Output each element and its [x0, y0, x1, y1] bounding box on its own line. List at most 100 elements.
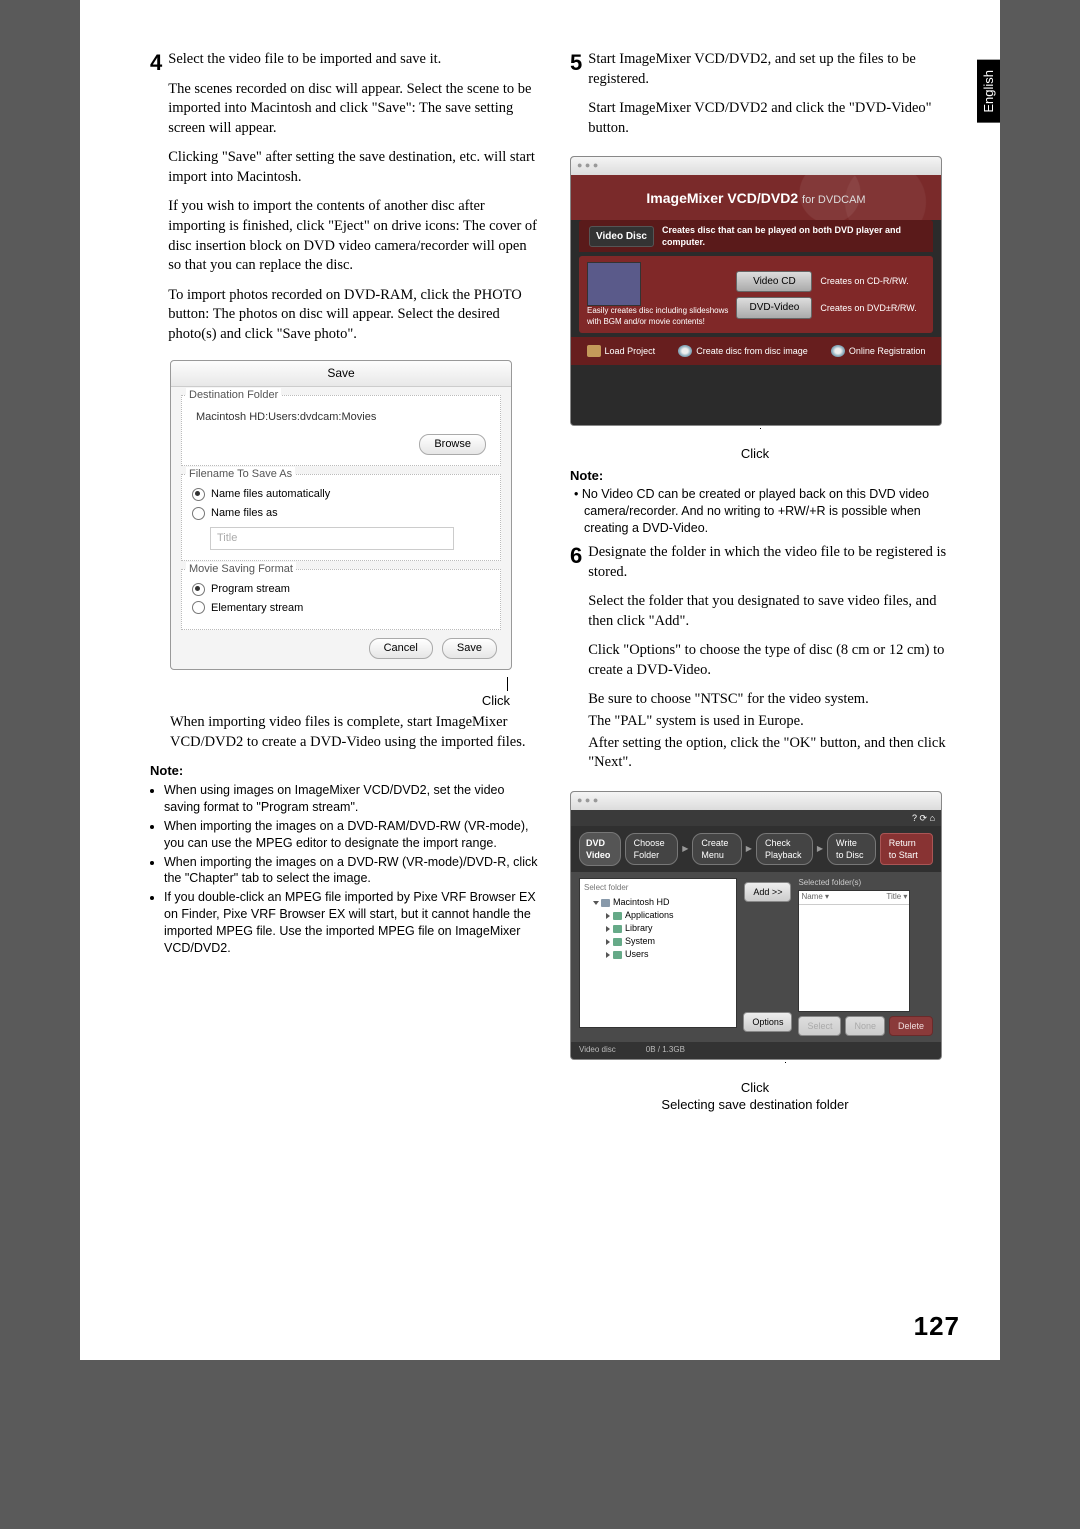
step-lead: Designate the folder in which the video … — [588, 543, 960, 582]
selected-folders-list[interactable]: Name ▾Title ▾ — [798, 890, 910, 1012]
step-write-disc[interactable]: Write to Disc — [827, 833, 876, 865]
radio-icon — [192, 583, 205, 596]
tree-node[interactable]: Applications — [625, 910, 674, 920]
radio-name-as[interactable]: Name files as — [192, 506, 490, 521]
body-text: To import photos recorded on DVD-RAM, cl… — [168, 286, 540, 345]
online-registration-link[interactable]: Online Registration — [831, 345, 926, 357]
video-cd-button[interactable]: Video CD — [736, 271, 812, 293]
folder-icon — [613, 925, 622, 933]
none-button[interactable]: None — [845, 1016, 885, 1036]
create-from-image-link[interactable]: Create disc from disc image — [678, 345, 808, 357]
note-item: When using images on ImageMixer VCD/DVD2… — [164, 782, 540, 816]
step-5: 5 Start ImageMixer VCD/DVD2, and set up … — [570, 50, 960, 148]
step-lead: Select the video file to be imported and… — [168, 50, 540, 70]
selected-header: Selected folder(s) — [798, 878, 933, 889]
click-caption: Click — [570, 1079, 940, 1097]
step-lead: Start ImageMixer VCD/DVD2, and set up th… — [588, 50, 960, 89]
mac-titlebar: ● ● ● — [571, 792, 941, 810]
dvd-video-logo: DVD Video — [579, 832, 621, 866]
load-project-link[interactable]: Load Project — [587, 345, 656, 357]
radio-icon — [192, 601, 205, 614]
tree-node[interactable]: Macintosh HD — [613, 897, 670, 907]
imx-blank-area — [571, 365, 941, 425]
browse-button[interactable]: Browse — [419, 434, 486, 455]
note-heading: Note: — [150, 762, 540, 780]
click-caption: Click — [482, 693, 510, 708]
two-column-layout: 4 Select the video file to be imported a… — [150, 50, 960, 1114]
note-item: When importing the images on a DVD-RAM/D… — [164, 818, 540, 852]
mac-titlebar: ● ● ● — [571, 157, 941, 175]
radio-label: Name files as — [211, 506, 278, 521]
group-legend: Filename To Save As — [186, 467, 295, 482]
callout-line — [785, 1062, 786, 1077]
format-group: Movie Saving Format Program stream Eleme… — [181, 569, 501, 631]
step-number: 6 — [570, 543, 582, 783]
body-text: After setting the option, click the "OK"… — [588, 734, 960, 773]
folder-icon — [613, 938, 622, 946]
video-cd-desc: Creates on CD-R/RW. — [820, 275, 908, 287]
radio-program-stream[interactable]: Program stream — [192, 582, 490, 597]
callout-line — [507, 677, 508, 691]
body-text: Be sure to choose "NTSC" for the video s… — [588, 690, 960, 710]
body-text: Select the folder that you designated to… — [588, 592, 960, 631]
body-text: The "PAL" system is used in Europe. — [588, 712, 960, 732]
radio-icon — [192, 488, 205, 501]
manual-page: English 4 Select the video file to be im… — [80, 0, 1000, 1360]
figure-caption: Selecting save destination folder — [570, 1096, 940, 1114]
imx-footer: Load Project Create disc from disc image… — [571, 337, 941, 365]
radio-label: Program stream — [211, 582, 290, 597]
save-button[interactable]: Save — [442, 638, 497, 659]
note-item: • No Video CD can be created or played b… — [570, 486, 960, 537]
add-button[interactable]: Add >> — [744, 882, 791, 902]
folder-tree[interactable]: Select folder Macintosh HD Applications … — [579, 878, 737, 1028]
radio-elementary-stream[interactable]: Elementary stream — [192, 601, 490, 616]
imagemixer-window: ● ● ● ImageMixer VCD/DVD2 for DVDCAM Vid… — [570, 156, 942, 426]
body-text: If you wish to import the contents of an… — [168, 197, 540, 275]
tree-node[interactable]: System — [625, 936, 655, 946]
title-input[interactable]: Title — [210, 527, 454, 550]
options-button[interactable]: Options — [743, 1012, 792, 1032]
status-bar: Video disc 0B / 1.3GB — [571, 1042, 941, 1059]
step-create-menu[interactable]: Create Menu — [692, 833, 741, 865]
note-heading: Note: — [570, 467, 960, 485]
tree-node[interactable]: Users — [625, 949, 649, 959]
delete-button[interactable]: Delete — [889, 1016, 933, 1036]
app-logo: ImageMixer VCD/DVD2 for DVDCAM — [571, 189, 941, 208]
step-check-playback[interactable]: Check Playback — [756, 833, 813, 865]
folder-chooser-window: ● ● ● ? ⟳ ⌂ DVD Video Choose Folder▶ Cre… — [570, 791, 942, 1060]
language-tab: English — [977, 60, 1000, 123]
hd-icon — [601, 899, 610, 907]
tree-node[interactable]: Library — [625, 923, 653, 933]
page-number: 127 — [914, 1311, 960, 1342]
body-text: When importing video files is complete, … — [170, 713, 540, 752]
cancel-button[interactable]: Cancel — [369, 638, 433, 659]
folder-icon — [613, 912, 622, 920]
status-right: 0B / 1.3GB — [646, 1045, 685, 1056]
note-item: If you double-click an MPEG file importe… — [164, 889, 540, 957]
radio-icon — [192, 507, 205, 520]
radio-name-auto[interactable]: Name files automatically — [192, 487, 490, 502]
step-number: 5 — [570, 50, 582, 148]
disc-icon — [678, 345, 692, 357]
video-disc-desc: Creates disc that can be played on both … — [662, 224, 923, 248]
promo-text: with BGM and/or movie contents! — [587, 317, 728, 327]
step-4: 4 Select the video file to be imported a… — [150, 50, 540, 354]
radio-label: Name files automatically — [211, 487, 330, 502]
filename-group: Filename To Save As Name files automatic… — [181, 474, 501, 561]
promo-text: Easily creates disc including slideshows — [587, 306, 728, 316]
return-to-start-button[interactable]: Return to Start — [880, 833, 933, 865]
step-number: 4 — [150, 50, 162, 354]
right-column: 5 Start ImageMixer VCD/DVD2, and set up … — [570, 50, 960, 1114]
step-choose-folder[interactable]: Choose Folder — [625, 833, 679, 865]
preview-thumb — [587, 262, 641, 306]
dvd-video-button[interactable]: DVD-Video — [736, 297, 812, 319]
dialog-title: Save — [171, 361, 511, 386]
note-list: When using images on ImageMixer VCD/DVD2… — [150, 782, 540, 957]
left-column: 4 Select the video file to be imported a… — [150, 50, 540, 1114]
group-legend: Movie Saving Format — [186, 562, 296, 577]
disc-icon — [831, 345, 845, 357]
select-button[interactable]: Select — [798, 1016, 841, 1036]
click-caption: Click — [570, 445, 940, 463]
dvd-video-desc: Creates on DVD±R/RW. — [820, 302, 916, 314]
video-disc-badge: Video Disc — [589, 226, 654, 248]
